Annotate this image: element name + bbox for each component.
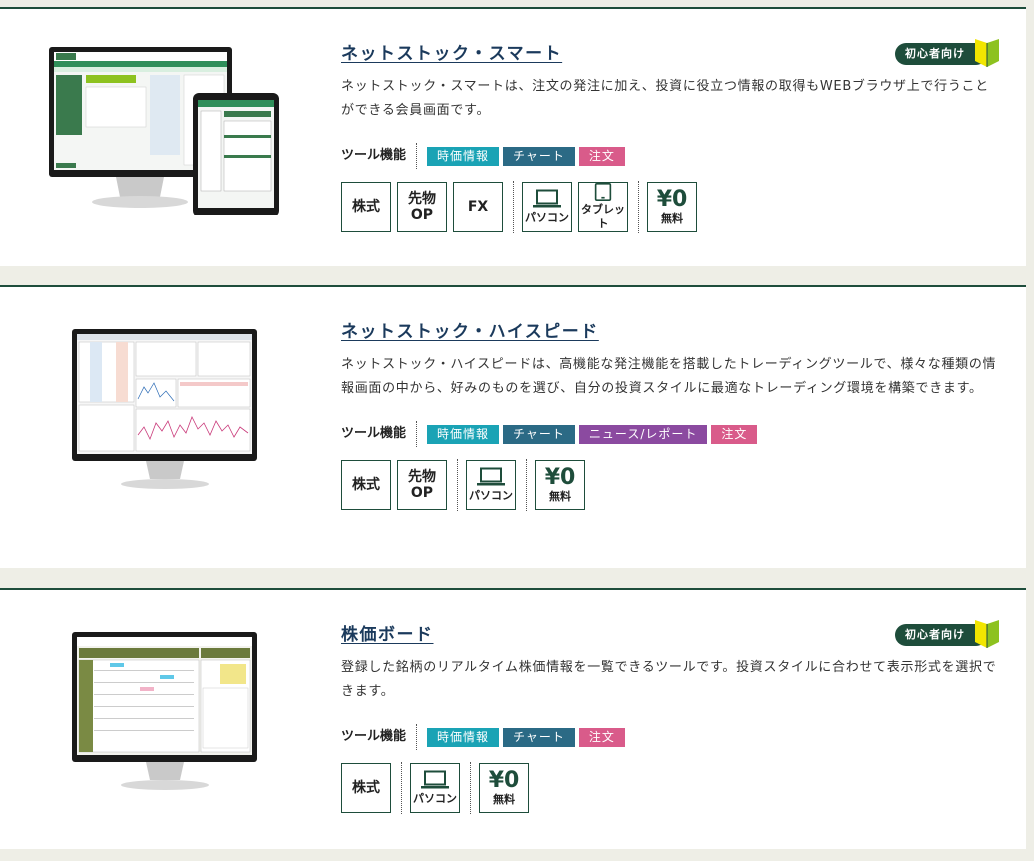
tool-card-highspeed: ネットストック・ハイスピード ネットストック・ハイスピードは、高機能な発注機能を… xyxy=(0,285,1026,568)
tool-title-link[interactable]: ネットストック・ハイスピード xyxy=(341,317,599,342)
spec-boxes: 株式 パソコン ¥0 無料 xyxy=(341,762,1001,814)
tag-chart: チャート xyxy=(503,727,575,747)
tool-description: ネットストック・スマートは、注文の発注に加え、投資に役立つ情報の取得もWEBブラ… xyxy=(341,79,989,118)
tag-jika: 時価情報 xyxy=(427,424,500,444)
tool-card-board: 初心者向け 株価ボード 登録した銘柄のリアルタイム株価情報を一覧できるツールです… xyxy=(0,588,1026,849)
product-futures-op: 先物 OP xyxy=(397,460,447,510)
tag-jika: 時価情報 xyxy=(427,727,500,747)
feature-tags: ツール機能 時価情報 チャート 注文 xyxy=(341,722,1001,752)
spec-boxes: 株式 先物 OP FX パソコン タブレット ¥0 無料 xyxy=(341,181,1001,233)
product-futures-op: 先物 OP xyxy=(397,182,447,232)
feature-label: ツール機能 xyxy=(341,143,418,169)
tool-description: 登録した銘柄のリアルタイム株価情報を一覧できるツールです。投資スタイルに合わせて… xyxy=(341,660,997,699)
laptop-icon xyxy=(421,770,449,789)
divider xyxy=(526,459,527,511)
divider xyxy=(457,459,458,511)
highspeed-screenshot xyxy=(70,327,260,496)
price-box: ¥0 無料 xyxy=(479,763,529,813)
device-tablet: タブレット xyxy=(578,182,628,232)
tag-chart: チャート xyxy=(503,424,575,444)
tag-chart: チャート xyxy=(503,146,575,166)
divider xyxy=(470,762,471,814)
device-pc: パソコン xyxy=(522,182,572,232)
device-pc: パソコン xyxy=(410,763,460,813)
tool-title-link[interactable]: ネットストック・スマート xyxy=(341,39,562,64)
feature-label: ツール機能 xyxy=(341,724,418,750)
feature-tags: ツール機能 時価情報 チャート 注文 xyxy=(341,141,1001,171)
tag-order: 注文 xyxy=(711,424,758,444)
feature-label: ツール機能 xyxy=(341,421,418,447)
tool-card-smart: 初心者向け ネットストック・スマート ネットストック・スマートは、注文の発注に加… xyxy=(0,7,1026,266)
feature-tags: ツール機能 時価情報 チャート ニュース/レポート 注文 xyxy=(341,419,1001,449)
product-stock: 株式 xyxy=(341,763,391,813)
tag-order: 注文 xyxy=(578,727,625,747)
product-fx: FX xyxy=(453,182,503,232)
tool-title-link[interactable]: 株価ボード xyxy=(341,620,434,645)
divider xyxy=(401,762,402,814)
device-pc: パソコン xyxy=(466,460,516,510)
tag-jika: 時価情報 xyxy=(427,146,500,166)
product-stock: 株式 xyxy=(341,182,391,232)
price-box: ¥0 無料 xyxy=(647,182,697,232)
laptop-icon xyxy=(477,467,505,486)
tool-description: ネットストック・ハイスピードは、高機能な発注機能を搭載したトレーディングツールで… xyxy=(341,357,997,396)
laptop-icon xyxy=(533,189,561,208)
tablet-icon xyxy=(594,183,612,201)
tag-news: ニュース/レポート xyxy=(578,424,708,444)
spec-boxes: 株式 先物 OP パソコン ¥0 無料 xyxy=(341,459,1001,511)
price-box: ¥0 無料 xyxy=(535,460,585,510)
divider xyxy=(513,181,514,233)
tag-order: 注文 xyxy=(578,146,625,166)
smart-screenshot xyxy=(46,45,281,219)
product-stock: 株式 xyxy=(341,460,391,510)
divider xyxy=(638,181,639,233)
board-screenshot xyxy=(70,630,260,799)
